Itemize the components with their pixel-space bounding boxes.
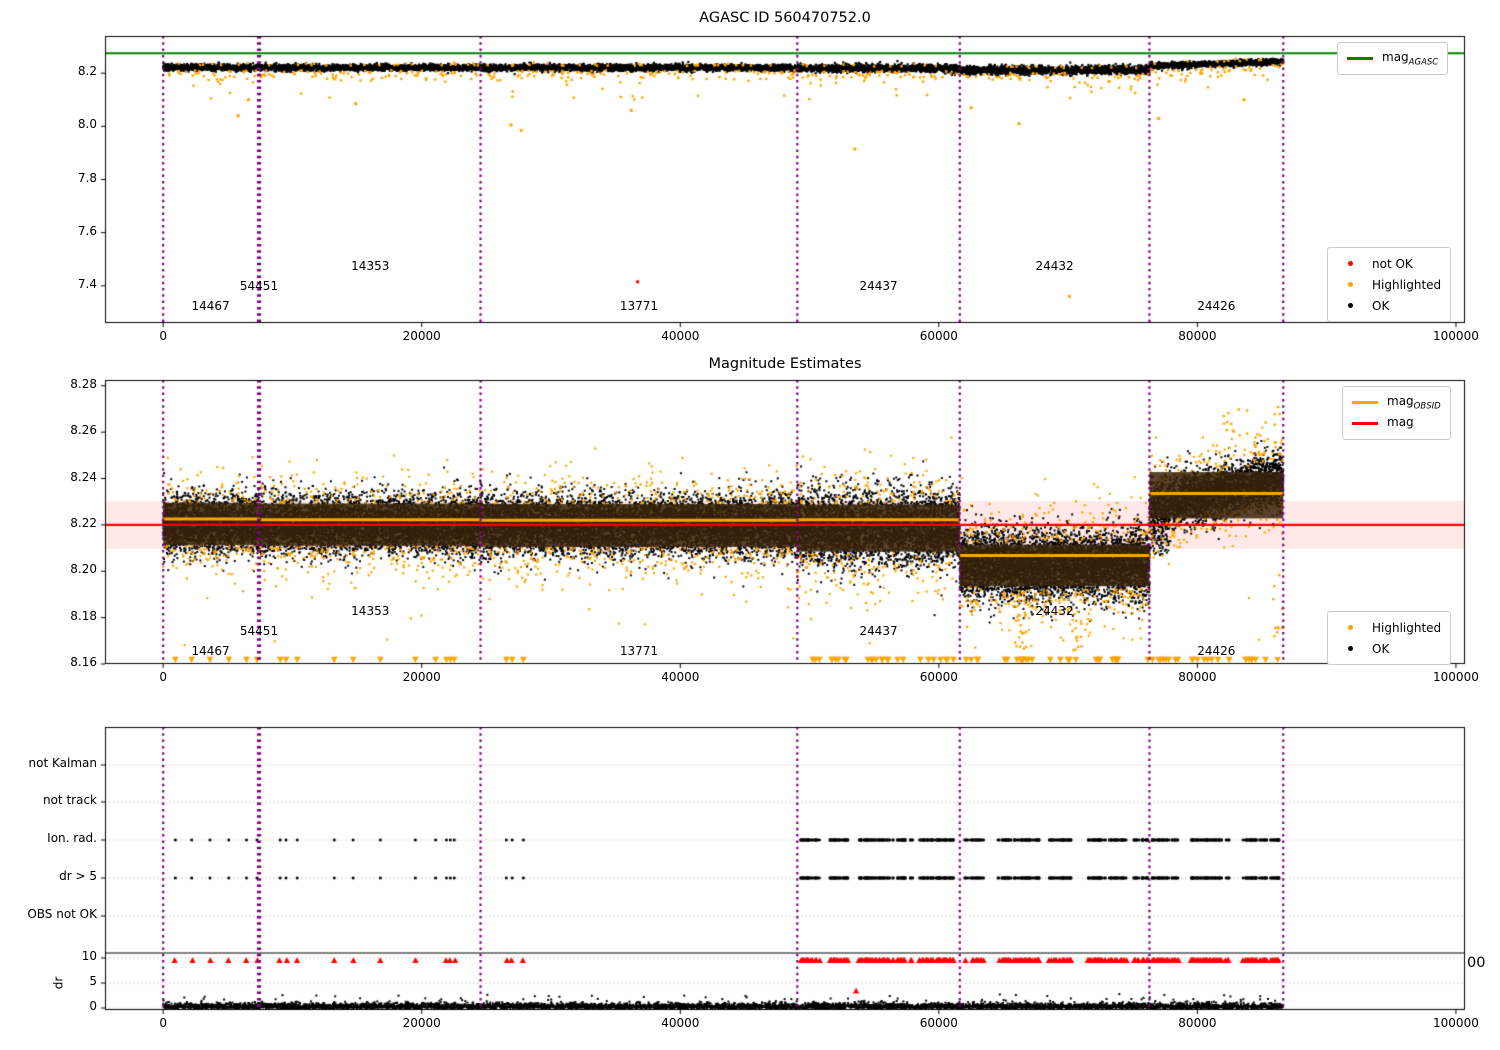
y-tick-label-middle: 8.20 bbox=[70, 562, 97, 577]
obsid-label-middle: 54451 bbox=[239, 624, 279, 638]
y-tick-label-middle: 8.22 bbox=[70, 515, 97, 530]
obsid-label-top: 24426 bbox=[1197, 299, 1236, 313]
legend-mag-lines: magOBSID mag bbox=[1342, 386, 1451, 440]
x-tick-label-bottom: 40000 bbox=[661, 1016, 700, 1030]
legend-item-ok-2: OK bbox=[1337, 638, 1441, 659]
middle-chart-title: Magnitude Estimates bbox=[708, 356, 862, 372]
legend-top-markers: not OK Highlighted OK bbox=[1327, 247, 1452, 322]
y-tick-label-top: 7.6 bbox=[77, 223, 97, 238]
y-tick-label-middle: 8.24 bbox=[70, 469, 97, 484]
flag-row-label: Ion. rad. bbox=[47, 831, 97, 845]
y-tick-label-top: 8.2 bbox=[77, 64, 97, 79]
x-tick-label-top: 60000 bbox=[919, 329, 958, 343]
x-tick-label-middle: 100000 bbox=[1433, 670, 1479, 684]
x-tick-label-top: 0 bbox=[159, 329, 167, 343]
legend-label-ok-2: OK bbox=[1372, 641, 1390, 656]
flag-row-label: not track bbox=[42, 793, 97, 807]
dr-tick-label: 0 bbox=[89, 999, 97, 1013]
legend-label-highlighted: Highlighted bbox=[1372, 277, 1442, 292]
mag-agasc-line-swatch bbox=[1347, 57, 1373, 60]
highlighted-dot-icon bbox=[1337, 625, 1363, 630]
legend-label-not-ok: not OK bbox=[1372, 256, 1413, 271]
obsid-label-top: 54451 bbox=[239, 279, 279, 293]
legend-mag-agasc: magAGASC bbox=[1337, 42, 1449, 75]
x-tick-label-bottom: 80000 bbox=[1178, 1016, 1217, 1030]
x-tick-label-bottom: 20000 bbox=[402, 1016, 441, 1030]
obsid-label-middle: 14467 bbox=[191, 644, 230, 658]
x-tick-label-middle: 40000 bbox=[661, 670, 700, 684]
legend-label-highlighted-2: Highlighted bbox=[1372, 620, 1442, 635]
x-tick-label-top: 20000 bbox=[402, 329, 441, 343]
legend-label-ok: OK bbox=[1372, 298, 1390, 313]
obsid-label-middle: 24432 bbox=[1035, 604, 1074, 618]
obsid-label-top: 13771 bbox=[619, 299, 658, 313]
flag-row-label: not Kalman bbox=[28, 756, 97, 770]
dr-tick-label: 10 bbox=[81, 949, 97, 963]
not-ok-dot-icon bbox=[1337, 261, 1363, 266]
obsid-label-middle: 24437 bbox=[859, 624, 898, 638]
y-tick-label-middle: 8.18 bbox=[70, 608, 97, 623]
x-tick-label-middle: 0 bbox=[159, 670, 167, 684]
ok-dot-icon bbox=[1337, 303, 1363, 308]
legend-item-not-ok: not OK bbox=[1337, 253, 1441, 274]
legend-item-highlighted-2: Highlighted bbox=[1337, 617, 1441, 638]
legend-middle-markers: Highlighted OK bbox=[1327, 611, 1452, 665]
obsid-label-middle: 14353 bbox=[351, 604, 390, 618]
x-tick-label-middle: 60000 bbox=[919, 670, 958, 684]
flag-row-label: dr > 5 bbox=[59, 869, 97, 883]
clipped-tick-label: 00 bbox=[1467, 955, 1486, 971]
y-tick-label-top: 7.4 bbox=[77, 276, 97, 291]
mag-obsid-line-swatch bbox=[1352, 401, 1378, 404]
mag-line-swatch bbox=[1352, 422, 1378, 425]
x-tick-label-bottom: 60000 bbox=[919, 1016, 958, 1030]
dr-tick-label: 5 bbox=[89, 974, 97, 988]
ok-dot-icon bbox=[1337, 646, 1363, 651]
highlighted-dot-icon bbox=[1337, 282, 1363, 287]
legend-item-mag: mag bbox=[1352, 413, 1441, 434]
flag-row-label: OBS not OK bbox=[27, 907, 97, 921]
dr-axis-label: dr bbox=[51, 976, 66, 990]
x-tick-label-top: 100000 bbox=[1433, 329, 1479, 343]
y-tick-label-top: 7.8 bbox=[77, 170, 97, 185]
obsid-label-middle: 13771 bbox=[619, 644, 658, 658]
x-tick-label-middle: 20000 bbox=[402, 670, 441, 684]
legend-item-ok: OK bbox=[1337, 295, 1441, 316]
obsid-label-top: 14353 bbox=[351, 259, 390, 273]
legend-label-mag-obsid: magOBSID bbox=[1387, 393, 1441, 412]
y-tick-label-middle: 8.16 bbox=[70, 655, 97, 669]
legend-label-mag: mag bbox=[1387, 414, 1414, 429]
y-tick-label-middle: 8.26 bbox=[70, 423, 97, 438]
figure: AGASC ID 560470752.0 Magnitude Estimates… bbox=[0, 0, 1500, 1050]
obsid-label-middle: 24426 bbox=[1197, 644, 1236, 658]
top-chart-title: AGASC ID 560470752.0 bbox=[699, 10, 871, 26]
x-tick-label-middle: 80000 bbox=[1178, 670, 1217, 684]
y-tick-label-top: 8.0 bbox=[77, 117, 97, 132]
obsid-label-top: 24437 bbox=[859, 279, 898, 293]
legend-item-mag-agasc: magAGASC bbox=[1347, 48, 1438, 69]
x-tick-label-bottom: 0 bbox=[159, 1016, 167, 1030]
x-tick-label-top: 40000 bbox=[661, 329, 700, 343]
legend-label-mag-agasc: magAGASC bbox=[1382, 49, 1439, 68]
obsid-label-top: 14467 bbox=[191, 299, 230, 313]
y-tick-label-middle: 8.28 bbox=[70, 376, 97, 391]
x-tick-label-bottom: 100000 bbox=[1433, 1016, 1479, 1030]
legend-item-highlighted: Highlighted bbox=[1337, 274, 1441, 295]
x-tick-label-top: 80000 bbox=[1178, 329, 1217, 343]
legend-item-mag-obsid: magOBSID bbox=[1352, 392, 1441, 413]
plots-canvas bbox=[0, 0, 1500, 1050]
obsid-label-top: 24432 bbox=[1035, 259, 1074, 273]
